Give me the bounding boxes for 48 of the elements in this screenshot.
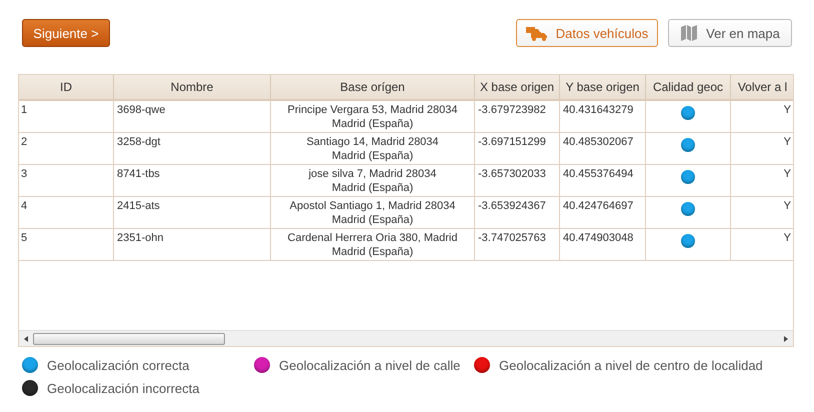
horizontal-scrollbar[interactable] <box>19 330 793 346</box>
table-cell: 2415-ats <box>117 200 160 212</box>
table-cell: 2 <box>21 136 28 148</box>
table-cell: -3.657302033 <box>478 168 546 180</box>
table-cell: Y <box>784 200 791 212</box>
column-header[interactable]: Calidad geoc <box>646 75 731 99</box>
table-cell: -3.653924367 <box>478 200 546 212</box>
scroll-thumb[interactable] <box>33 332 225 344</box>
table-cell: Principe Vergara 53, Madrid 28034 Madrid (España) <box>288 104 458 130</box>
table-cell: 1 <box>21 104 28 116</box>
trucks-icon <box>526 25 548 41</box>
column-header[interactable]: Volver a l <box>731 75 793 99</box>
column-header[interactable]: Base orígen <box>271 75 475 99</box>
table-cell: 8741-tbs <box>117 168 160 180</box>
table-cell: -3.697151299 <box>478 136 546 148</box>
table-cell: 40.485302067 <box>563 136 634 148</box>
table-cell: 40.424764697 <box>563 200 634 212</box>
table-cell: 40.431643279 <box>563 104 634 116</box>
table-cell: 40.455376494 <box>563 168 634 180</box>
vehicles-button[interactable]: Datos vehículos <box>516 19 658 47</box>
legend-label: Geolocalización correcta <box>47 358 190 372</box>
map-button[interactable]: Ver en mapa <box>668 19 792 47</box>
table-cell: 3258-dgt <box>117 136 160 148</box>
table-cell: 4 <box>21 200 28 212</box>
table-cell: -3.747025763 <box>478 232 546 244</box>
table-cell: 3 <box>21 168 28 180</box>
table-cell: -3.679723982 <box>478 104 546 116</box>
table-cell: Y <box>784 168 791 180</box>
table-cell: Y <box>784 232 791 244</box>
legend-label: Geolocalización a nivel de calle <box>279 358 460 372</box>
table-cell: jose silva 7, Madrid 28034 Madrid (España) <box>308 168 436 194</box>
column-header[interactable]: Nombre <box>114 75 271 99</box>
table-cell: Cardenal Herrera Oria 380, Madrid Madrid (España) <box>288 232 458 258</box>
column-header[interactable]: X base origen <box>475 75 560 99</box>
table-cell: 5 <box>21 232 28 244</box>
table-cell: Santiago 14, Madrid 28034 Madrid (España) <box>306 136 439 162</box>
table-cell: 3698-qwe <box>117 104 166 116</box>
map-icon <box>680 24 698 42</box>
next-button[interactable]: Siguiente > <box>22 19 110 47</box>
table-cell: Apostol Santiago 1, Madrid 28034 Madrid (España) <box>290 200 456 226</box>
table-cell: 2351-ohn <box>117 232 164 244</box>
column-header[interactable]: Y base origen <box>560 75 646 99</box>
legend-label: Geolocalización a nivel de centro de localidad <box>499 358 763 372</box>
column-header[interactable]: ID <box>19 75 114 99</box>
table-cell: 40.474903048 <box>563 232 634 244</box>
table-cell: Y <box>784 136 791 148</box>
legend-label: Geolocalización incorrecta <box>47 380 200 396</box>
table-cell: Y <box>784 104 791 116</box>
